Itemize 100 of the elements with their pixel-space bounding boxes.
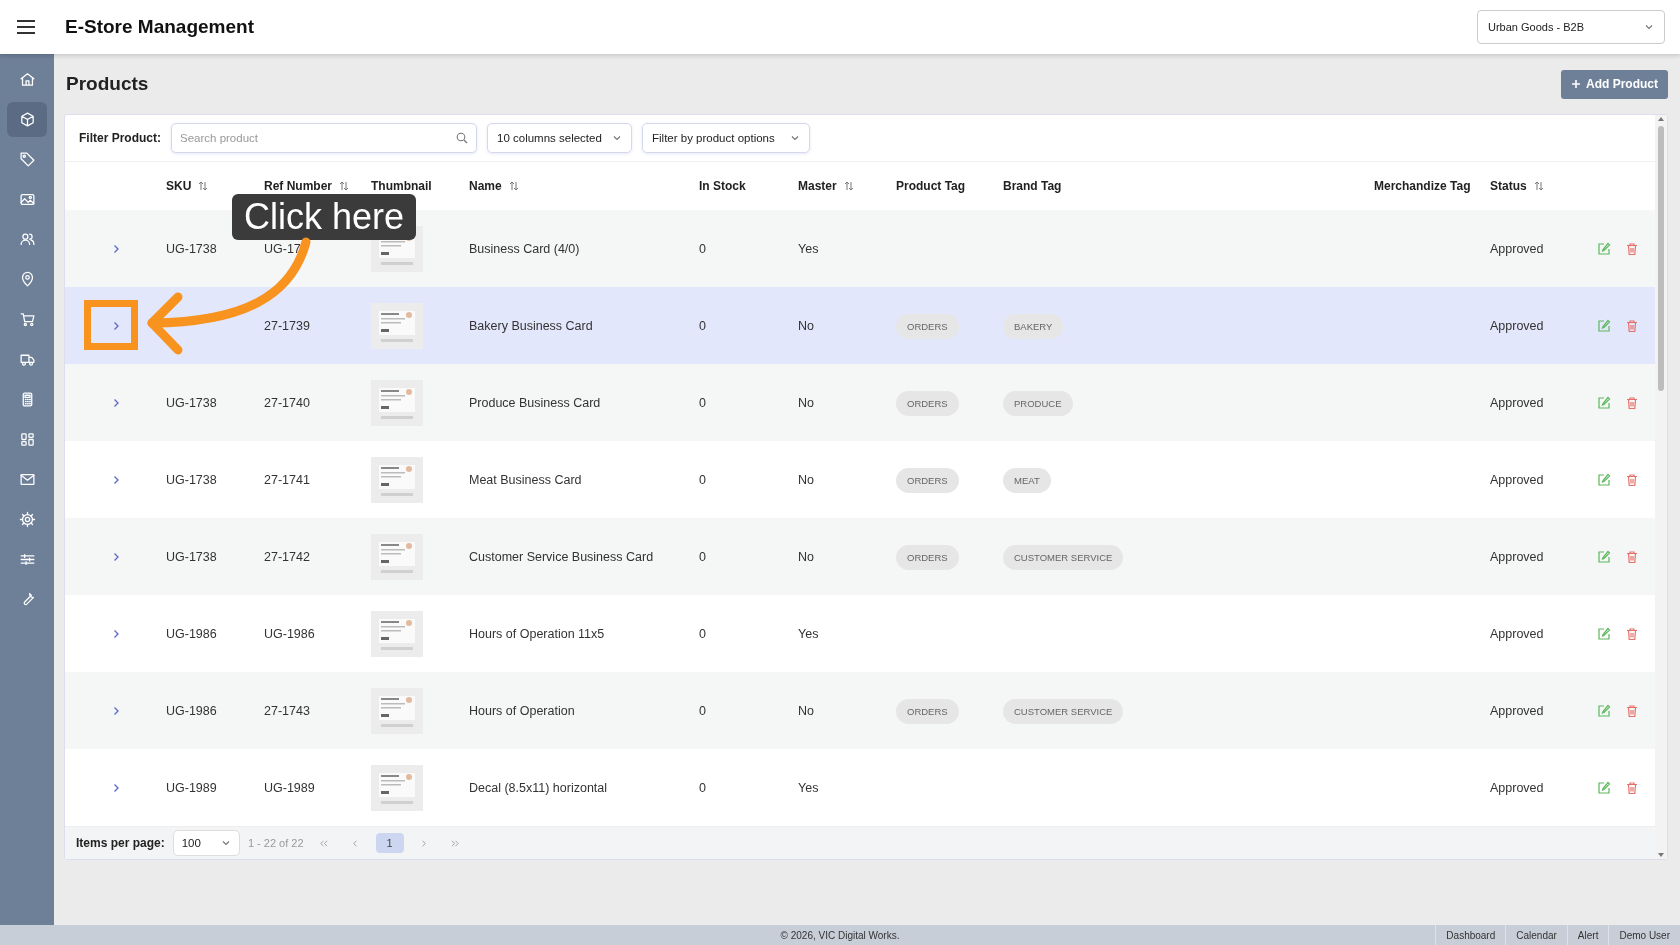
edit-icon[interactable] xyxy=(1597,626,1611,641)
store-dropdown[interactable]: Urban Goods - B2B xyxy=(1477,10,1665,44)
edit-icon[interactable] xyxy=(1597,318,1611,333)
column-header[interactable]: Status xyxy=(1490,179,1544,193)
edit-icon[interactable] xyxy=(1597,549,1611,564)
page-title: Products xyxy=(66,73,149,95)
column-header: Thumbnail xyxy=(371,179,432,193)
table-row[interactable]: UG-1989 UG-1989 Decal (8.5x11) horizontal 0 Yes Approved xyxy=(65,749,1655,826)
sort-icon[interactable] xyxy=(1533,180,1544,192)
name-cell: Hours of Operation xyxy=(469,703,575,718)
table-row[interactable]: UG-1986 UG-1986 Hours of Operation 11x5 0 Yes Approved xyxy=(65,595,1655,672)
edit-icon[interactable] xyxy=(1597,472,1611,487)
brand-tag: CUSTOMER SERVICE xyxy=(1003,698,1124,724)
ref-number-cell: 27-1739 xyxy=(264,318,310,333)
callout: Click here xyxy=(232,194,417,240)
delete-icon[interactable] xyxy=(1625,703,1639,718)
brand-tag: PRODUCE xyxy=(1003,390,1073,416)
stock-cell: 0 xyxy=(699,703,706,718)
stock-cell: 0 xyxy=(699,472,706,487)
add-product-button[interactable]: Add Product xyxy=(1561,69,1668,99)
sku-cell: UG-1738 xyxy=(166,549,217,564)
items-per-page-label: Items per page: xyxy=(76,836,165,850)
footer-link[interactable]: Alert xyxy=(1566,925,1609,945)
footer-link[interactable]: Dashboard xyxy=(1435,925,1506,945)
master-cell: Yes xyxy=(798,241,819,256)
delete-icon[interactable] xyxy=(1625,626,1639,641)
product-tag: ORDERS xyxy=(896,390,959,416)
column-header[interactable]: Name xyxy=(469,179,519,193)
delete-icon[interactable] xyxy=(1625,472,1639,487)
sku-cell: UG-1986 xyxy=(166,626,217,641)
name-cell: Business Card (4/0) xyxy=(469,241,580,256)
footer-link[interactable]: Demo User xyxy=(1608,925,1680,945)
column-header[interactable]: Ref Number xyxy=(264,179,349,193)
scroll-down-icon[interactable] xyxy=(1657,851,1665,859)
sort-icon[interactable] xyxy=(339,180,349,192)
master-cell: No xyxy=(798,703,814,718)
tag-icon xyxy=(18,151,36,168)
delete-icon[interactable] xyxy=(1625,318,1639,333)
stock-cell: 0 xyxy=(699,318,706,333)
edit-icon[interactable] xyxy=(1597,780,1611,795)
grid-icon xyxy=(18,431,36,448)
master-cell: No xyxy=(798,472,814,487)
scrollbar[interactable] xyxy=(1655,115,1667,859)
sku-cell: UG-1738 xyxy=(166,241,217,256)
column-header: Product Tag xyxy=(896,179,966,193)
table-row[interactable]: UG-1986 27-1743 Hours of Operation 0 No ORDERS CUSTOMER SERVICE Approved xyxy=(65,672,1655,749)
ref-number-cell: UG-1989 xyxy=(264,780,315,795)
columns-dropdown[interactable]: 10 columns selected xyxy=(487,123,632,153)
delete-icon[interactable] xyxy=(1625,780,1639,795)
stock-cell: 0 xyxy=(699,395,706,410)
product-options-dropdown[interactable]: Filter by product options xyxy=(642,123,810,153)
sidebar-item[interactable] xyxy=(7,102,47,137)
table-row[interactable]: UG-1738 27-1740 Produce Business Card 0 No ORDERS PRODUCE Approved xyxy=(65,364,1655,441)
sort-icon[interactable] xyxy=(198,180,209,192)
caret-icon xyxy=(220,838,231,848)
sort-icon[interactable] xyxy=(508,180,519,192)
ref-number-cell: 27-1742 xyxy=(264,549,310,564)
ref-number-cell: UG-17 xyxy=(264,241,301,256)
search-field[interactable]: Search product xyxy=(171,123,477,153)
mail-icon xyxy=(18,471,36,488)
caret-icon xyxy=(612,133,622,143)
double-chevron-left-icon xyxy=(319,838,329,848)
status-cell: Approved xyxy=(1490,395,1544,410)
delete-icon[interactable] xyxy=(1625,549,1639,564)
page-button[interactable]: 1 xyxy=(375,833,404,853)
column-header[interactable]: SKU xyxy=(166,179,209,193)
delete-icon[interactable] xyxy=(1625,241,1639,256)
scroll-up-icon[interactable] xyxy=(1657,115,1665,123)
plus-icon xyxy=(1571,79,1581,89)
filter-label: Filter Product: xyxy=(79,131,161,145)
table-row[interactable]: UG-1738 27-1742 Customer Service Business Card 0 No ORDERS CUSTOMER SERVICE Approved xyxy=(65,518,1655,595)
sort-icon[interactable] xyxy=(843,180,854,192)
column-header[interactable]: Master xyxy=(798,179,854,193)
table-row[interactable]: 27-1739 Bakery Business Card 0 No ORDERS BAKERY Approved xyxy=(65,287,1655,364)
cart-icon xyxy=(18,311,36,328)
delete-icon[interactable] xyxy=(1625,395,1639,410)
name-cell: Hours of Operation 11x5 xyxy=(469,626,605,641)
ref-number-cell: 27-1741 xyxy=(264,472,310,487)
ref-number-cell: 27-1743 xyxy=(264,703,310,718)
ref-number-cell: UG-1986 xyxy=(264,626,315,641)
chevron-right-icon xyxy=(419,838,429,848)
edit-icon[interactable] xyxy=(1597,395,1611,410)
stock-cell: 0 xyxy=(699,626,706,641)
copyright-text: © 2026, VIC Digital Works. xyxy=(780,930,900,941)
status-cell: Approved xyxy=(1490,703,1544,718)
edit-icon[interactable] xyxy=(1597,703,1611,718)
brand-tag: CUSTOMER SERVICE xyxy=(1003,544,1124,570)
footer-link[interactable]: Calendar xyxy=(1505,925,1567,945)
table-row[interactable]: UG-1738 27-1741 Meat Business Card 0 No ORDERS MEAT Approved xyxy=(65,441,1655,518)
highlight-frame xyxy=(84,300,138,350)
page-size-dropdown[interactable]: 100 xyxy=(172,830,240,856)
stock-cell: 0 xyxy=(699,780,706,795)
edit-icon[interactable] xyxy=(1597,241,1611,256)
master-cell: Yes xyxy=(798,780,819,795)
app-title: E-Store Management xyxy=(65,16,255,38)
master-cell: No xyxy=(798,549,814,564)
brand-tag: MEAT xyxy=(1003,467,1051,493)
stock-cell: 0 xyxy=(699,549,706,564)
brand-tag: BAKERY xyxy=(1003,313,1064,339)
product-tag: ORDERS xyxy=(896,698,959,724)
